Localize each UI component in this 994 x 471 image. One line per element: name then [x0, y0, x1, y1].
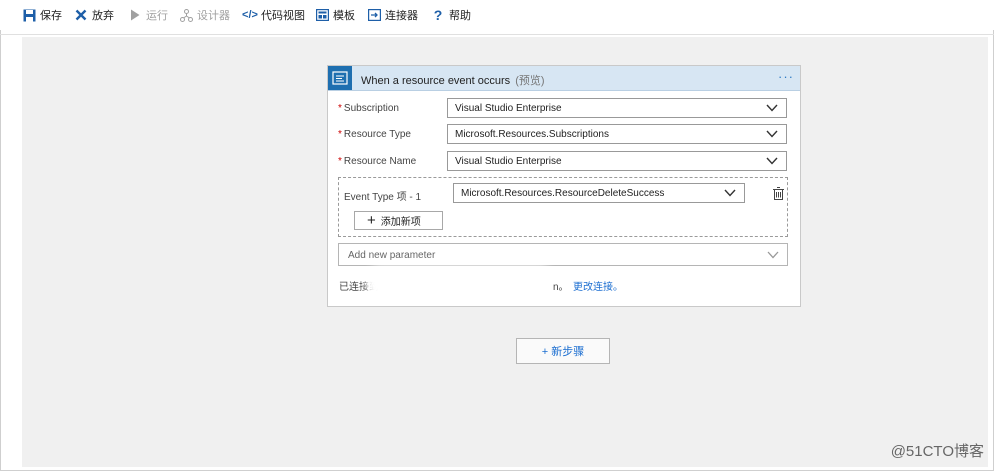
templates-label: 模板 — [333, 10, 355, 22]
preview-tag: (预览) — [515, 75, 545, 87]
code-view-button[interactable]: </> 代码视图 — [242, 6, 305, 24]
trigger-title-text: When a resource event occurs — [361, 75, 511, 87]
watermark: @51CTO博客 — [890, 443, 984, 460]
event-type-dropdown[interactable]: Microsoft.Resources.ResourceDeleteSucces… — [453, 183, 745, 203]
new-step-button[interactable]: + 新步骤 — [516, 338, 610, 364]
resource-type-dropdown[interactable]: Microsoft.Resources.Subscriptions — [447, 124, 787, 144]
designer-toolbar: 保存 放弃 运行 设计器 </> 代码视图 模板 连接器 ? 帮助 — [0, 0, 994, 30]
help-icon: ? — [433, 7, 443, 23]
required-mark: * — [338, 103, 342, 114]
event-type-label: Event Type 项 - 1 — [344, 192, 422, 203]
discard-button[interactable]: 放弃 — [74, 6, 114, 24]
plus-icon: + — [367, 212, 376, 229]
save-label: 保存 — [40, 10, 62, 22]
connectors-label: 连接器 — [385, 10, 418, 22]
play-icon — [128, 8, 142, 22]
required-mark: * — [338, 129, 342, 140]
event-type-array: Event Type 项 - 1 Microsoft.Resources.Res… — [338, 177, 788, 237]
connection-status-suffix: n。 — [553, 282, 569, 293]
trigger-title: When a resource event occurs (预览) — [361, 72, 545, 88]
discard-label: 放弃 — [92, 10, 114, 22]
designer-icon — [179, 8, 193, 22]
designer-label: 设计器 — [197, 10, 230, 22]
redacted-connection-name — [372, 272, 548, 292]
add-new-item-button[interactable]: + 添加新项 — [354, 211, 443, 230]
connectors-button[interactable]: 连接器 — [367, 6, 418, 24]
chevron-down-icon — [766, 130, 778, 138]
close-icon — [74, 8, 88, 22]
trigger-card-header[interactable]: When a resource event occurs (预览) ··· — [328, 66, 800, 91]
designer-button[interactable]: 设计器 — [179, 6, 230, 24]
code-icon: </> — [242, 9, 258, 21]
add-new-parameter-dropdown[interactable]: Add new parameter — [338, 243, 788, 266]
resource-name-value: Visual Studio Enterprise — [455, 156, 562, 167]
toolbar-divider — [0, 34, 994, 35]
save-button[interactable]: 保存 — [22, 6, 62, 24]
event-grid-icon — [328, 66, 352, 90]
subscription-dropdown[interactable]: Visual Studio Enterprise — [447, 98, 787, 118]
resource-name-dropdown[interactable]: Visual Studio Enterprise — [447, 151, 787, 171]
more-options-icon[interactable]: ··· — [778, 69, 794, 84]
resource-name-label-text: Resource Name — [343, 156, 417, 167]
chevron-down-icon — [766, 157, 778, 165]
resource-name-label: * Resource Name — [338, 156, 416, 167]
run-label: 运行 — [146, 10, 168, 22]
add-new-parameter-placeholder: Add new parameter — [348, 250, 436, 261]
subscription-label-text: Subscription — [343, 103, 399, 114]
resource-type-label: * Resource Type — [338, 129, 411, 140]
save-icon — [22, 8, 36, 22]
help-button[interactable]: ? 帮助 — [431, 6, 471, 24]
delete-item-icon[interactable] — [772, 186, 785, 206]
subscription-value: Visual Studio Enterprise — [455, 103, 562, 114]
template-icon — [315, 8, 329, 22]
change-connection-link[interactable]: 更改连接。 — [573, 278, 623, 293]
trigger-card: When a resource event occurs (预览) ··· * S… — [327, 65, 801, 307]
connector-icon — [367, 8, 381, 22]
code-view-label: 代码视图 — [261, 10, 305, 22]
chevron-down-icon — [767, 251, 779, 259]
resource-type-value: Microsoft.Resources.Subscriptions — [455, 129, 609, 140]
run-button[interactable]: 运行 — [128, 6, 168, 24]
chevron-down-icon — [766, 104, 778, 112]
add-new-item-label: 添加新项 — [380, 217, 421, 228]
event-type-value: Microsoft.Resources.ResourceDeleteSucces… — [461, 188, 665, 199]
resource-type-label-text: Resource Type — [343, 129, 411, 140]
required-mark: * — [338, 156, 342, 167]
subscription-label: * Subscription — [338, 103, 399, 114]
help-label: 帮助 — [449, 10, 471, 22]
chevron-down-icon — [724, 189, 736, 197]
templates-button[interactable]: 模板 — [315, 6, 355, 24]
